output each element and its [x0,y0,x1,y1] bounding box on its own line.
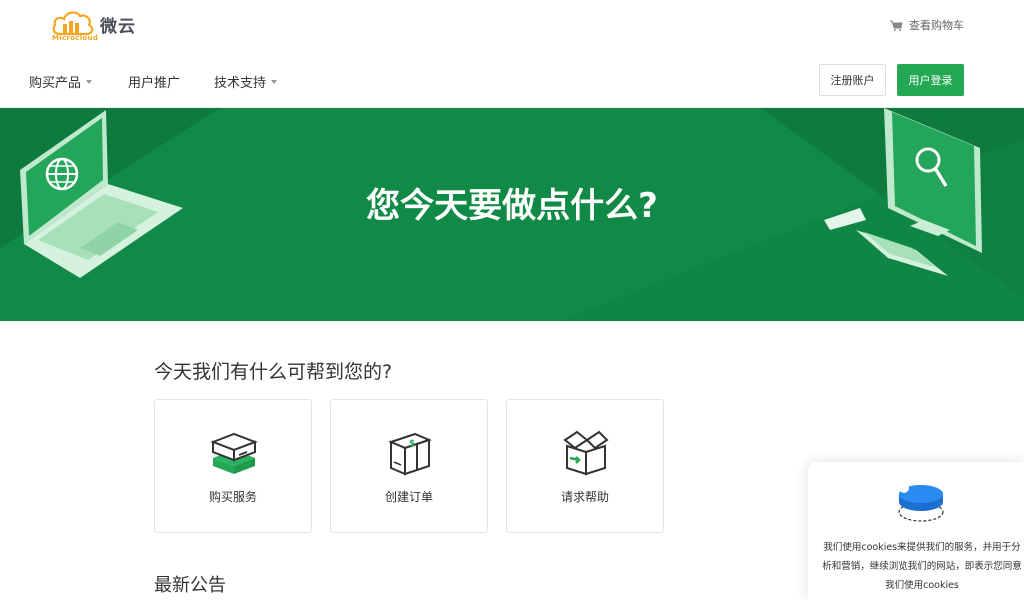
svg-text:$: $ [409,439,415,449]
cookie-message: 我们使用cookies来提供我们的服务，并用于分析和营销，继续浏览我们的网站，即… [822,542,1022,591]
view-cart-link[interactable]: 查看购物车 [889,17,964,33]
main-nav: 购买产品 用户推广 技术支持 注册账户 用户登录 [0,50,1024,108]
cart-icon [890,20,903,31]
cloud-logo-icon [52,11,94,36]
create-order-card[interactable]: $ 创建订单 [330,399,488,533]
brand-name: 微云 [100,17,136,37]
login-button[interactable]: 用户登录 [897,64,964,96]
register-button[interactable]: 注册账户 [819,64,886,96]
help-section-title: 今天我们有什么可帮到您的? [154,361,393,383]
top-bar: 微云 Microcloud 查看购物车 [0,0,1024,50]
card-label: 请求帮助 [560,490,609,504]
nav-buy-products[interactable]: 购买产品 [29,72,93,91]
caret-down-icon [271,79,278,84]
open-box-icon [563,430,609,476]
nav-item-label: 购买产品 [29,76,82,91]
nav-tech-support[interactable]: 技术支持 [214,72,278,91]
cookie-consent-popup[interactable]: 我们使用cookies来提供我们的服务，并用于分析和营销，继续浏览我们的网站，即… [808,462,1024,600]
nav-user-referral[interactable]: 用户推广 [128,72,180,91]
announcements-title: 最新公告 [154,575,226,596]
card-label: 创建订单 [384,490,433,504]
caret-down-icon [86,79,93,84]
server-stack-icon [210,432,258,474]
nav-item-label: 技术支持 [214,76,267,91]
nav-item-label: 用户推广 [128,76,181,91]
cart-label: 查看购物车 [909,19,964,32]
package-box-icon: $ [388,432,432,476]
brand-subtitle: Microcloud [52,34,99,42]
buy-service-card[interactable]: 购买服务 [154,399,312,533]
card-label: 购买服务 [208,490,257,504]
cookie-icon [898,483,944,522]
hero-banner: 您今天要做点什么? [0,108,1024,321]
request-help-card[interactable]: 请求帮助 [506,399,664,533]
hero-title: 您今天要做点什么? [366,186,658,226]
